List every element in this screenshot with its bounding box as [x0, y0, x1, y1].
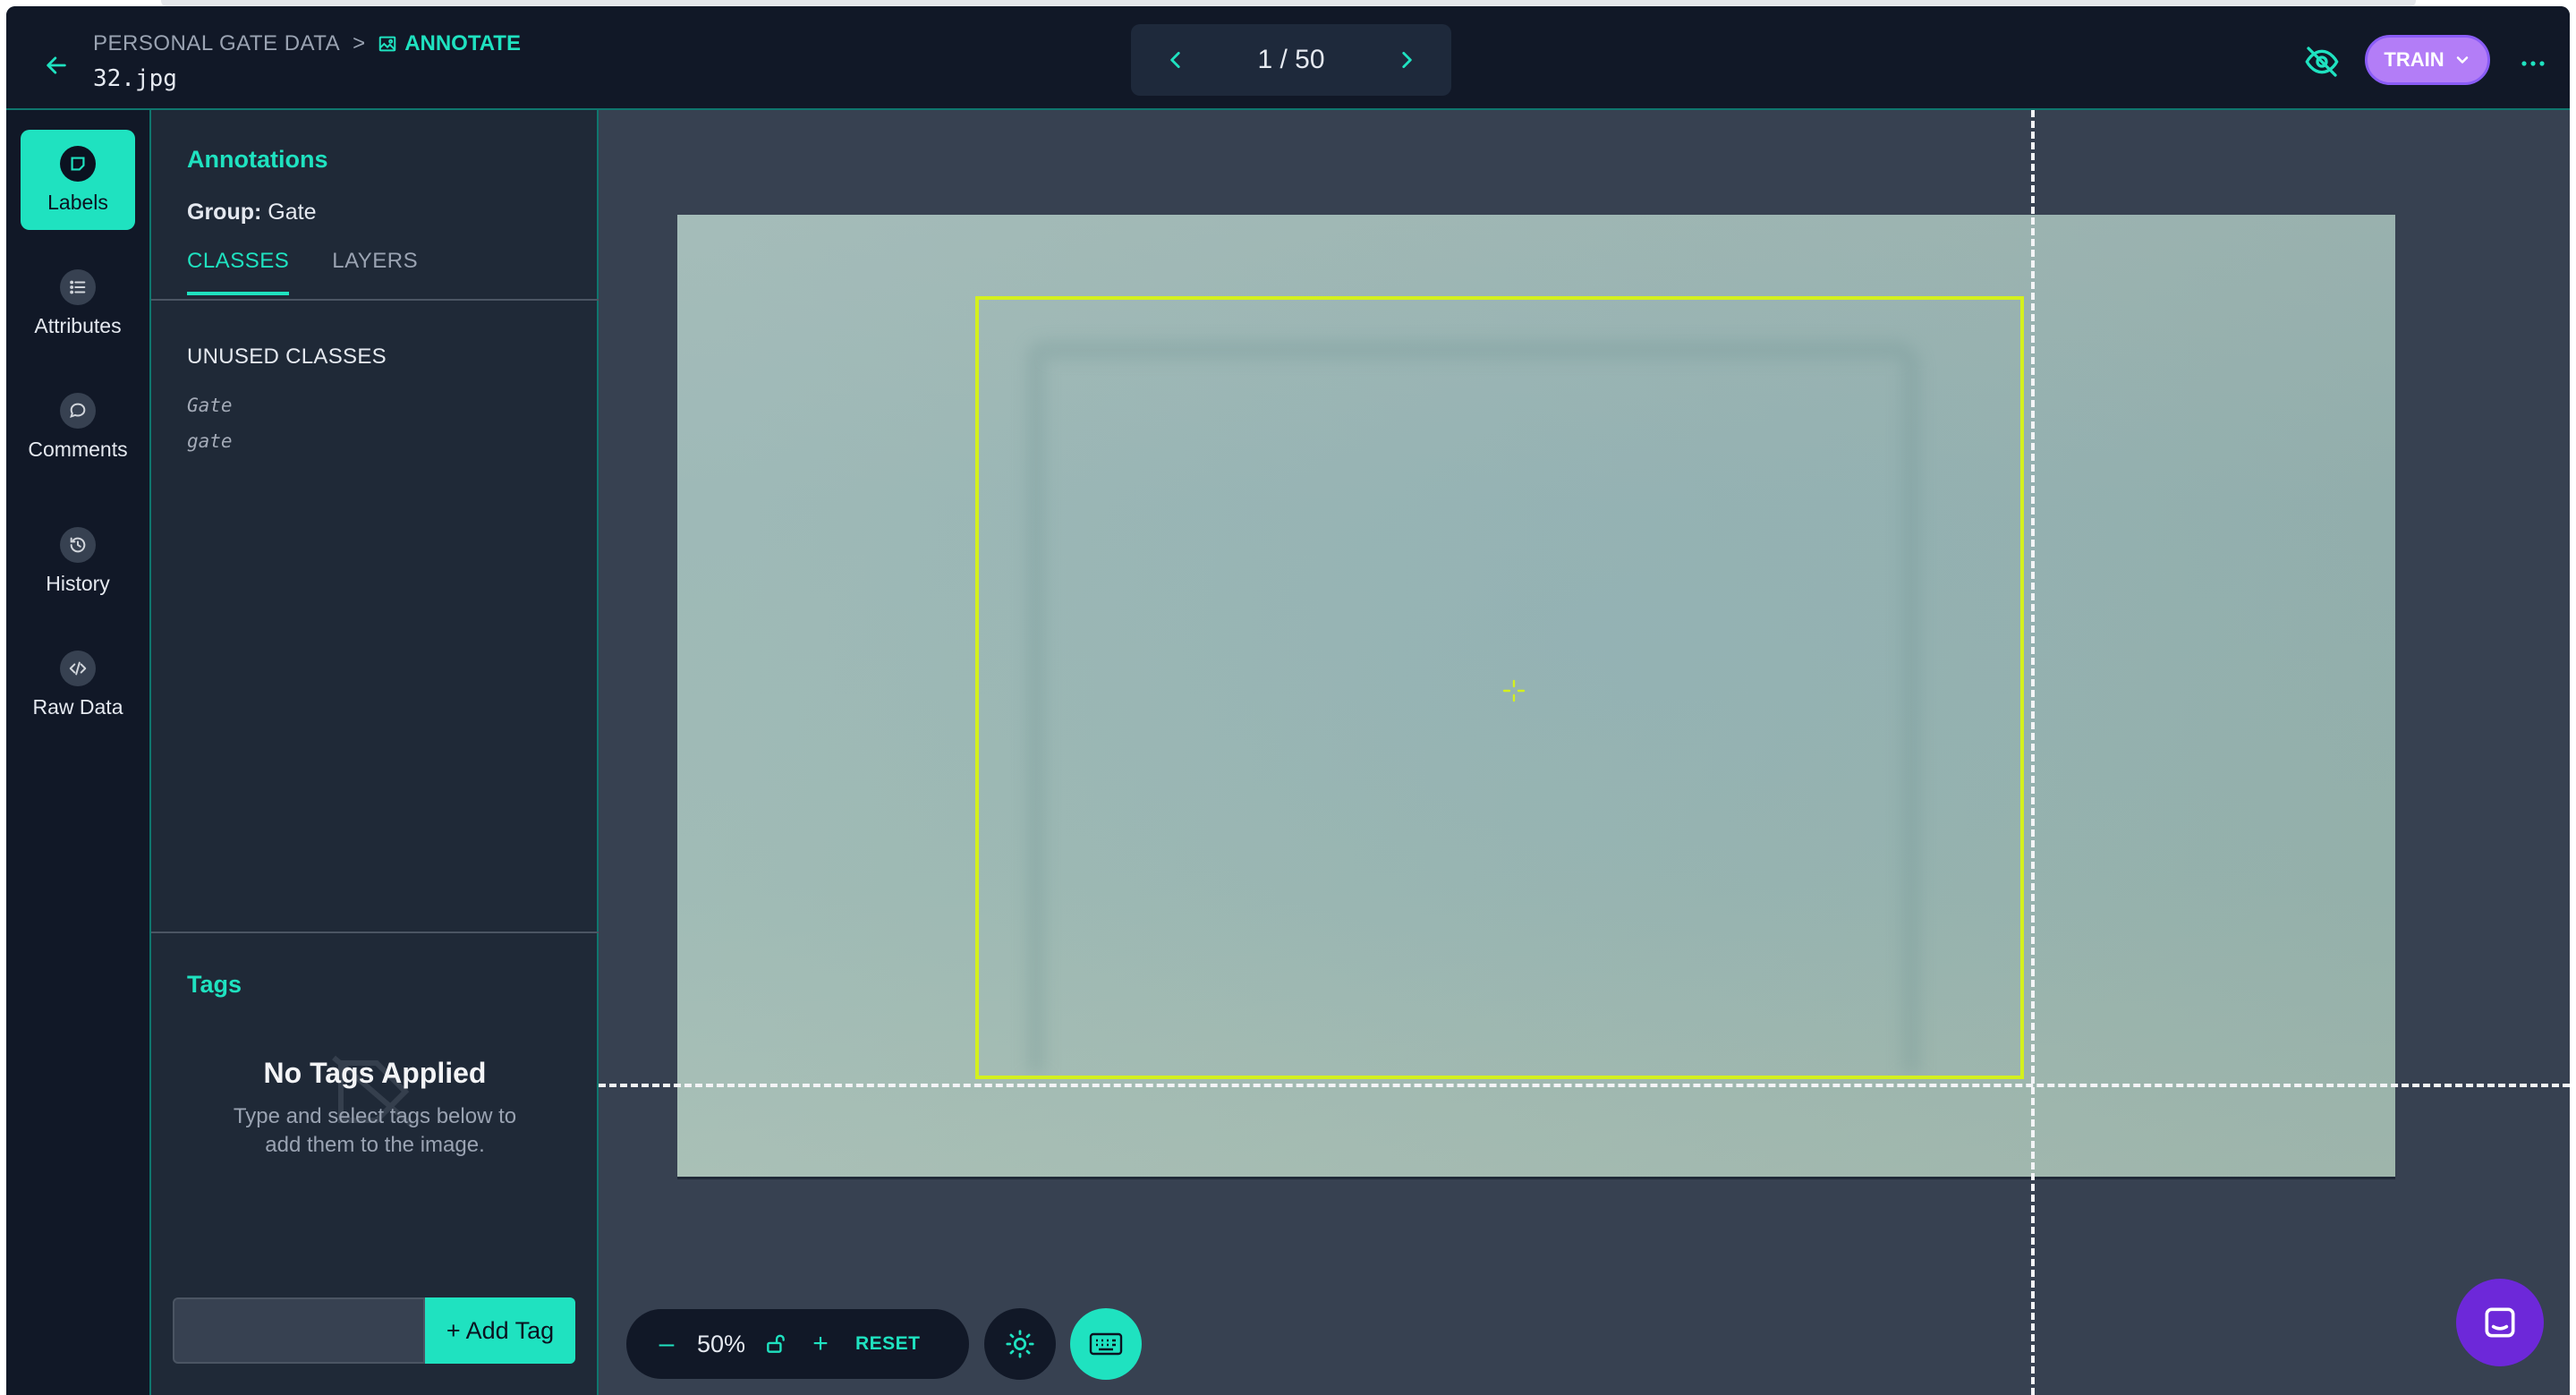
- unused-classes-heading: UNUSED CLASSES: [187, 344, 387, 369]
- zoom-out-button[interactable]: –: [644, 1322, 689, 1366]
- group-value: Gate: [268, 200, 317, 225]
- group-info: Group: Gate: [187, 200, 316, 225]
- breadcrumb-current-label: ANNOTATE: [404, 31, 521, 55]
- window-top-edge: [161, 0, 2416, 6]
- annotation-app: PERSONAL GATE DATA > ANNOTATE 32.jpg 1 /…: [6, 6, 2570, 1395]
- keyboard-icon: [1089, 1332, 1123, 1356]
- more-horizontal-icon: [2521, 61, 2545, 66]
- group-label: Group:: [187, 200, 262, 225]
- back-button[interactable]: [33, 42, 80, 89]
- train-label: TRAIN: [2384, 48, 2444, 71]
- rail-item-history[interactable]: History: [21, 511, 135, 611]
- arrow-left-icon: [47, 56, 66, 74]
- rail-label-attributes: Attributes: [34, 313, 122, 337]
- chevron-left-icon: [1170, 52, 1180, 68]
- reset-zoom-button[interactable]: RESET: [855, 1333, 921, 1355]
- lock-open-icon: [767, 1334, 785, 1353]
- rail-item-labels[interactable]: Labels: [21, 130, 135, 230]
- breadcrumb-current: ANNOTATE: [378, 31, 521, 56]
- rail-label-raw-data: Raw Data: [32, 694, 123, 719]
- window-top-strip: [0, 0, 2576, 6]
- add-tag-button[interactable]: + Add Tag: [425, 1297, 575, 1364]
- annotations-panel: Annotations Group: Gate CLASSES LAYERS U…: [151, 110, 599, 1395]
- rail-item-raw-data[interactable]: Raw Data: [21, 634, 135, 735]
- rail-label-comments: Comments: [28, 437, 128, 461]
- keyboard-shortcuts-button[interactable]: [1070, 1308, 1142, 1380]
- lock-zoom-button[interactable]: [753, 1322, 798, 1366]
- next-image-button[interactable]: [1389, 42, 1424, 78]
- tags-divider: [151, 931, 599, 933]
- previous-image-button[interactable]: [1158, 42, 1194, 78]
- pager-count: 1 / 50: [1257, 45, 1325, 74]
- eye-off-icon: [2305, 47, 2339, 77]
- tab-classes[interactable]: CLASSES: [187, 249, 290, 295]
- list-icon: [60, 268, 96, 305]
- label-tag-icon: [60, 145, 96, 182]
- annotated-image[interactable]: [677, 215, 2395, 1179]
- image-annotate-icon: [378, 36, 396, 52]
- rail-label-history: History: [46, 571, 110, 595]
- rail-label-labels: Labels: [47, 190, 108, 214]
- tabs-divider: [151, 299, 599, 301]
- zoom-in-button[interactable]: +: [798, 1322, 843, 1366]
- no-tags-message: No Tags Applied Type and select tags bel…: [151, 1057, 599, 1160]
- panel-tabs: CLASSES LAYERS: [187, 249, 599, 295]
- class-item-gate-lower[interactable]: gate: [187, 430, 233, 452]
- toggle-visibility-button[interactable]: [2304, 44, 2340, 80]
- annotation-bounding-box[interactable]: [975, 296, 2024, 1079]
- zoom-toolbar: – 50% + RESET: [626, 1309, 969, 1379]
- history-icon: [60, 526, 96, 563]
- no-tags-title: No Tags Applied: [263, 1057, 487, 1089]
- code-icon: [60, 650, 96, 686]
- left-icon-rail: Labels Attributes Comments History Raw D…: [6, 110, 151, 1395]
- no-tags-hint: Type and select tags below to add them t…: [151, 1102, 599, 1160]
- breadcrumb-project-link[interactable]: PERSONAL GATE DATA: [93, 31, 340, 56]
- sun-icon: [1006, 1330, 1034, 1358]
- chevron-right-icon: [1402, 52, 1412, 68]
- class-item-gate-upper[interactable]: Gate: [187, 395, 233, 416]
- brightness-button[interactable]: [984, 1308, 1056, 1380]
- panel-title: Annotations: [187, 146, 328, 173]
- zoom-level: 50%: [696, 1330, 746, 1357]
- no-tags-hint-line-1: Type and select tags below to: [233, 1104, 517, 1128]
- chevron-down-icon: [2456, 56, 2468, 64]
- tag-input[interactable]: [173, 1297, 425, 1364]
- tab-layers[interactable]: LAYERS: [332, 249, 418, 295]
- annotation-canvas[interactable]: – 50% + RESET: [599, 110, 2570, 1395]
- file-name: 32.jpg: [93, 65, 177, 92]
- crosshair-vertical-guide: [2031, 110, 2035, 1395]
- support-chat-button[interactable]: [2456, 1279, 2544, 1366]
- chat-icon: [2485, 1307, 2515, 1338]
- breadcrumb: PERSONAL GATE DATA > ANNOTATE: [93, 31, 521, 56]
- rail-item-attributes[interactable]: Attributes: [21, 253, 135, 353]
- more-options-button[interactable]: [2515, 46, 2551, 81]
- comment-icon: [60, 392, 96, 429]
- top-header: PERSONAL GATE DATA > ANNOTATE 32.jpg 1 /…: [6, 6, 2570, 110]
- rail-item-comments[interactable]: Comments: [21, 377, 135, 477]
- box-center-handle-icon[interactable]: [1501, 678, 1526, 703]
- train-dropdown-button[interactable]: TRAIN: [2365, 35, 2490, 85]
- image-pager: 1 / 50: [1131, 24, 1451, 96]
- breadcrumb-separator: >: [353, 31, 366, 55]
- tags-heading: Tags: [187, 971, 242, 998]
- crosshair-horizontal-guide: [599, 1084, 2570, 1087]
- no-tags-hint-line-2: add them to the image.: [265, 1133, 485, 1157]
